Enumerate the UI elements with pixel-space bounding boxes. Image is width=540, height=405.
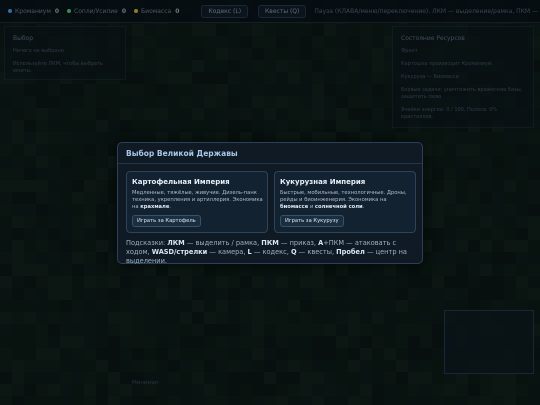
modal-divider [118,163,422,164]
controls-hints: Подсказки: ЛКМ — выделить / рамка, ПКМ —… [126,239,407,265]
corn-card-description: Быстрые, мобильные, технологичные. Дроны… [280,190,407,210]
corn-empire-card: Кукурузная Империя Быстрые, мобильные, т… [274,171,416,233]
modal-title: Выбор Великой Державы [126,149,238,158]
corn-card-title: Кукурузная Империя [280,178,366,186]
potato-card-description: Медленные, тяжёлые, живучие. Дизель-панк… [132,190,263,210]
play-corn-button[interactable]: Играть за Кукурузу [280,215,344,227]
potato-empire-card: Картофельная Империя Медленные, тяжёлые,… [126,171,268,233]
potato-card-title: Картофельная Империя [132,178,230,186]
play-potato-button[interactable]: Играть за Картофель [132,215,201,227]
faction-select-modal: Выбор Великой Державы Картофельная Импер… [117,142,423,265]
